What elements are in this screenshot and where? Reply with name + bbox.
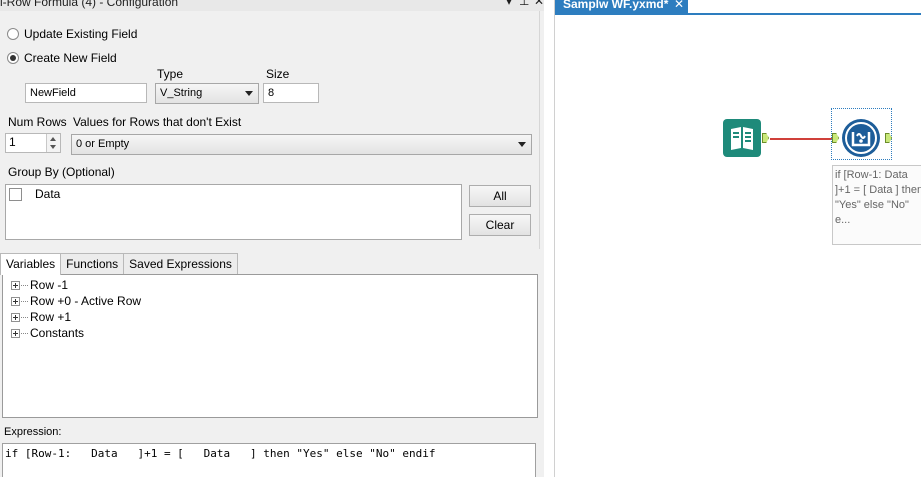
chevron-down-icon <box>245 91 253 96</box>
tree-item-label: Row +0 - Active Row <box>30 294 142 308</box>
tab-variables[interactable]: Variables <box>0 253 62 275</box>
dropdown-arrow-icon[interactable]: ▾ <box>504 0 514 8</box>
create-new-field-option[interactable]: Create New Field <box>7 51 117 65</box>
tree-item-label: Constants <box>30 326 85 340</box>
values-for-rows-value: 0 or Empty <box>76 138 130 150</box>
workflow-tab-label: Samplw WF.yxmd* <box>563 0 669 11</box>
group-by-label: Group By (Optional) <box>8 165 115 179</box>
new-field-name-input[interactable]: NewField <box>25 83 147 103</box>
panel-title: i-Row Formula (4) - Configuration <box>0 0 179 9</box>
values-for-rows-label: Values for Rows that don't Exist <box>73 115 242 129</box>
input-data-tool[interactable] <box>723 119 761 157</box>
size-input[interactable]: 8 <box>263 83 319 103</box>
type-select-value: V_String <box>160 87 203 99</box>
clear-button[interactable]: Clear <box>469 214 531 236</box>
pin-icon[interactable]: ⊥ <box>519 0 529 8</box>
stepper-down-icon[interactable] <box>50 145 56 149</box>
type-label: Type <box>157 67 184 81</box>
chevron-down-icon <box>518 142 526 147</box>
group-by-list[interactable]: Data <box>5 184 462 240</box>
type-select[interactable]: V_String <box>155 83 259 104</box>
num-rows-stepper[interactable]: 1 <box>5 133 61 153</box>
multi-row-formula-tool[interactable] <box>842 119 880 157</box>
config-area: Update Existing Field Create New Field T… <box>0 11 540 249</box>
group-by-data-checkbox[interactable] <box>9 188 22 201</box>
tool-annotation: if [Row-1: Data ]+1 = [ Data ] then "Yes… <box>832 165 921 245</box>
close-tab-icon[interactable]: ✕ <box>674 0 684 11</box>
expand-icon[interactable] <box>11 328 20 338</box>
values-for-rows-select[interactable]: 0 or Empty <box>71 134 532 155</box>
expression-label: Expression: <box>4 426 62 438</box>
configuration-panel: i-Row Formula (4) - Configuration ▾ ⊥ ✕ … <box>0 0 544 477</box>
multi-row-formula-icon <box>845 122 877 154</box>
expression-editor[interactable]: if [Row-1: Data ]+1 = [ Data ] then "Yes… <box>2 443 536 477</box>
create-new-radio[interactable] <box>7 52 19 64</box>
panel-titlebar: i-Row Formula (4) - Configuration ▾ ⊥ ✕ <box>0 0 544 11</box>
expand-icon[interactable] <box>11 280 20 290</box>
expand-icon[interactable] <box>11 296 20 306</box>
stepper-up-icon[interactable] <box>50 137 56 141</box>
tree-item-row-plus-1[interactable]: Row +1 <box>11 310 71 324</box>
tab-saved-expressions[interactable]: Saved Expressions <box>123 253 238 274</box>
create-new-label: Create New Field <box>24 51 117 65</box>
connection-line[interactable] <box>770 138 832 140</box>
num-rows-stepper-buttons[interactable] <box>46 134 60 152</box>
tab-underline <box>555 13 921 15</box>
tree-item-constants[interactable]: Constants <box>11 326 84 340</box>
close-icon[interactable]: ✕ <box>534 0 544 8</box>
tree-item-label: Row -1 <box>30 278 69 292</box>
panel-title-icons: ▾ ⊥ ✕ <box>504 0 544 8</box>
all-button[interactable]: All <box>469 185 531 207</box>
expression-text: if [Row-1: Data ]+1 = [ Data ] then "Yes… <box>5 447 436 460</box>
tree-item-row-minus-1[interactable]: Row -1 <box>11 278 68 292</box>
output-anchor[interactable] <box>762 133 769 143</box>
size-label: Size <box>266 67 290 81</box>
group-by-item-label: Data <box>35 187 61 201</box>
num-rows-label: Num Rows <box>8 115 67 129</box>
tab-functions[interactable]: Functions <box>60 253 125 274</box>
update-existing-label: Update Existing Field <box>24 27 138 41</box>
workflow-tab[interactable]: Samplw WF.yxmd* ✕ <box>555 0 688 13</box>
update-existing-radio[interactable] <box>7 28 19 40</box>
workflow-canvas[interactable]: Samplw WF.yxmd* ✕ if [Row-1: Data ]+1 = … <box>554 0 921 477</box>
tree-item-label: Row +1 <box>30 310 72 324</box>
book-icon <box>731 127 753 150</box>
update-existing-field-option[interactable]: Update Existing Field <box>7 27 137 41</box>
expression-tabs: Variables Functions Saved Expressions <box>0 253 238 275</box>
expand-icon[interactable] <box>11 312 20 322</box>
variables-tree[interactable]: Row -1 Row +0 - Active Row Row +1 Consta… <box>2 274 538 418</box>
tree-item-row-active[interactable]: Row +0 - Active Row <box>11 294 141 308</box>
num-rows-value: 1 <box>9 135 16 149</box>
list-item[interactable]: Data <box>9 187 209 203</box>
